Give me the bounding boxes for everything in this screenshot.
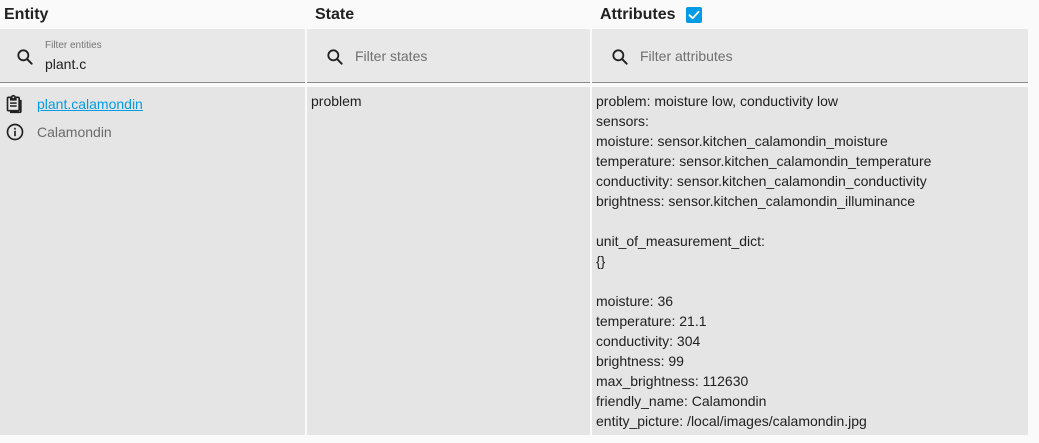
state-filter[interactable]: Filter states bbox=[307, 29, 590, 83]
attribute-line: entity_picture: /local/images/calamondin… bbox=[596, 413, 867, 429]
entity-header-label: Entity bbox=[4, 6, 49, 23]
entity-id-line: plant.calamondin bbox=[5, 94, 143, 114]
entity-cell: plant.calamondin Calamondin bbox=[0, 87, 305, 435]
search-icon bbox=[327, 49, 343, 65]
attribute-line bbox=[596, 271, 931, 291]
search-icon bbox=[17, 49, 33, 65]
attribute-line: friendly_name: Calamondin bbox=[596, 393, 767, 409]
friendly-name-line: Calamondin bbox=[5, 122, 112, 142]
entity-filter-input[interactable]: plant.c bbox=[45, 56, 86, 72]
info-icon[interactable] bbox=[5, 122, 25, 142]
attribute-line: temperature: sensor.kitchen_calamondin_t… bbox=[596, 153, 932, 169]
attribute-line: moisture: sensor.kitchen_calamondin_mois… bbox=[596, 133, 888, 149]
attributes-column-header: Attributes bbox=[592, 0, 1028, 30]
state-value: problem bbox=[311, 93, 362, 109]
attributes-cell: problem: moisture low, conductivity low s… bbox=[592, 87, 1028, 435]
checkmark-icon bbox=[688, 10, 700, 20]
attribute-line: problem: moisture low, conductivity low bbox=[596, 93, 838, 109]
attribute-line: unit_of_measurement_dict: bbox=[596, 233, 765, 249]
attribute-line: sensors: bbox=[596, 113, 649, 129]
entity-filter[interactable]: Filter entities plant.c bbox=[0, 29, 305, 83]
state-header-label: State bbox=[315, 6, 355, 23]
attribute-line: conductivity: 304 bbox=[596, 333, 701, 349]
clipboard-icon[interactable] bbox=[5, 94, 25, 114]
attribute-line: brightness: sensor.kitchen_calamondin_il… bbox=[596, 193, 916, 209]
search-icon bbox=[612, 49, 628, 65]
entity-column-header: Entity bbox=[0, 0, 305, 30]
attribute-line bbox=[596, 211, 931, 231]
attribute-line: {} bbox=[596, 253, 606, 269]
attributes-filter[interactable]: Filter attributes bbox=[592, 29, 1028, 83]
entity-filter-label: Filter entities bbox=[45, 40, 102, 51]
entity-id-link[interactable]: plant.calamondin bbox=[37, 96, 143, 112]
friendly-name: Calamondin bbox=[37, 124, 112, 140]
attributes-filter-input[interactable]: Filter attributes bbox=[640, 48, 733, 64]
attributes-list: problem: moisture low, conductivity low s… bbox=[596, 91, 931, 431]
attributes-checkbox[interactable] bbox=[685, 7, 702, 23]
state-filter-input[interactable]: Filter states bbox=[355, 48, 427, 64]
attribute-line: moisture: 36 bbox=[596, 293, 674, 309]
state-column-header: State bbox=[307, 0, 590, 30]
attribute-line: max_brightness: 112630 bbox=[596, 373, 749, 389]
attributes-header-label: Attributes bbox=[600, 6, 676, 23]
state-cell: problem bbox=[307, 87, 590, 435]
attribute-line: conductivity: sensor.kitchen_calamondin_… bbox=[596, 173, 927, 189]
attribute-line: brightness: 99 bbox=[596, 353, 684, 369]
states-table: Entity State Attributes Filter entities … bbox=[0, 0, 1039, 443]
attribute-line: temperature: 21.1 bbox=[596, 313, 707, 329]
